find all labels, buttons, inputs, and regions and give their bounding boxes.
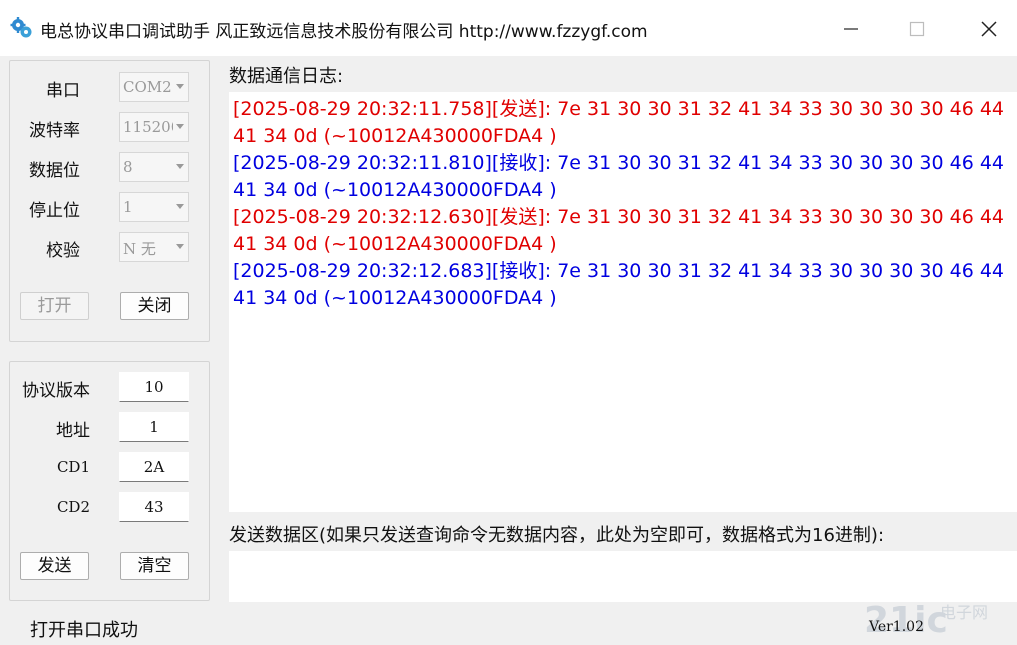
log-entry: [2025-08-29 20:32:12.683][接收]: 7e 31 30 … xyxy=(233,260,1004,309)
chevron-down-icon xyxy=(176,204,184,209)
baud-value: 115200 xyxy=(123,118,173,136)
address-input[interactable]: 1 xyxy=(119,412,189,442)
log-entry: [2025-08-29 20:32:12.630][发送]: 7e 31 30 … xyxy=(233,206,1004,255)
chevron-down-icon xyxy=(176,244,184,249)
status-text: 打开串口成功 xyxy=(30,620,138,641)
maximize-icon xyxy=(909,21,925,37)
databits-value: 8 xyxy=(123,158,133,176)
stopbits-select[interactable]: 1 xyxy=(119,192,189,222)
databits-label: 数据位 xyxy=(29,161,80,181)
protocol-version-label: 协议版本 xyxy=(22,381,90,401)
chevron-down-icon xyxy=(176,84,184,89)
port-select[interactable]: COM2 xyxy=(119,72,189,102)
parity-select[interactable]: N 无 xyxy=(119,232,189,262)
minimize-icon xyxy=(844,28,858,30)
close-port-button[interactable]: 关闭 xyxy=(120,292,189,320)
parity-label: 校验 xyxy=(46,241,80,261)
log-textarea[interactable]: [2025-08-29 20:32:11.758][发送]: 7e 31 30 … xyxy=(229,92,1017,512)
title-bar: 电总协议串口调试助手 风正致远信息技术股份有限公司 http://www.fzz… xyxy=(0,0,1017,56)
cd2-label: CD2 xyxy=(56,498,90,516)
open-port-button[interactable]: 打开 xyxy=(20,292,89,320)
cd2-input[interactable]: 43 xyxy=(119,492,189,522)
databits-select[interactable]: 8 xyxy=(119,152,189,182)
close-button[interactable] xyxy=(966,8,1012,48)
log-title: 数据通信日志: xyxy=(229,66,344,87)
port-label: 串口 xyxy=(46,81,80,101)
baud-select[interactable]: 115200 xyxy=(119,112,189,142)
svg-text:电子网: 电子网 xyxy=(940,603,988,622)
log-entry: [2025-08-29 20:32:11.810][接收]: 7e 31 30 … xyxy=(233,152,1004,201)
clear-button[interactable]: 清空 xyxy=(120,552,189,580)
baud-label: 波特率 xyxy=(29,121,80,141)
chevron-down-icon xyxy=(176,124,184,129)
send-button[interactable]: 发送 xyxy=(20,552,89,580)
app-gears-icon xyxy=(10,17,32,38)
stopbits-label: 停止位 xyxy=(29,201,80,221)
parity-value: N 无 xyxy=(123,240,156,258)
stopbits-value: 1 xyxy=(123,198,133,216)
log-entry: [2025-08-29 20:32:11.758][发送]: 7e 31 30 … xyxy=(233,98,1004,147)
cd1-label: CD1 xyxy=(56,458,90,476)
protocol-version-input[interactable]: 10 xyxy=(119,372,189,402)
minimize-button[interactable] xyxy=(828,8,874,48)
version-text: Ver1.02 xyxy=(869,619,924,635)
maximize-button[interactable] xyxy=(894,8,940,48)
window-title: 电总协议串口调试助手 风正致远信息技术股份有限公司 http://www.fzz… xyxy=(40,22,648,42)
send-data-input[interactable] xyxy=(229,551,1017,602)
close-icon xyxy=(981,21,997,37)
cd1-input[interactable]: 2A xyxy=(119,452,189,482)
send-area-title: 发送数据区(如果只发送查询命令无数据内容，此处为空即可，数据格式为16进制): xyxy=(229,525,885,546)
port-value: COM2 xyxy=(123,78,172,96)
address-label: 地址 xyxy=(56,421,90,441)
chevron-down-icon xyxy=(176,164,184,169)
